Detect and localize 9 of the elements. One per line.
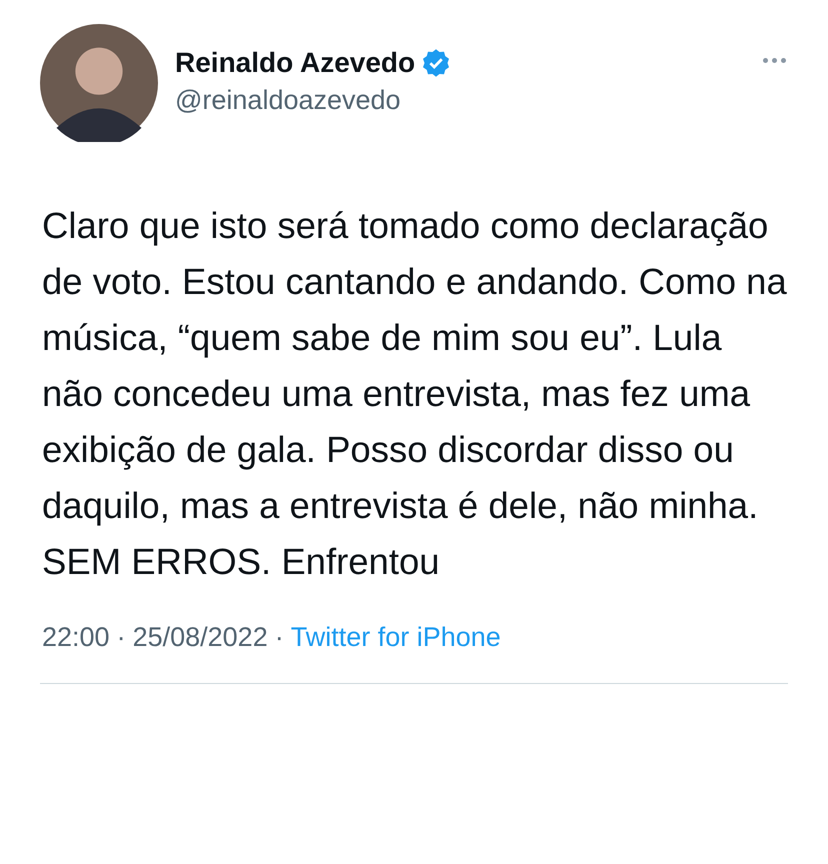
tweet-date: 25/08/2022 (132, 622, 268, 653)
author-name: Reinaldo Azevedo (175, 46, 416, 78)
author-handle: @reinaldoazevedo (175, 84, 402, 116)
tweet-text: Claro que isto será tomado como declaração de voto. Estou cantando e andando. Como na música, “quem sabe de mim sou eu”. Lula não concedeu uma entrevista, mas fez uma exibição de gala. Posso discordar disso ou daquilo, mas a entrevista é dele, não minha. SEM ERROS. Enfrentou (42, 204, 787, 584)
separator: · (116, 622, 126, 653)
avatar[interactable] (40, 24, 158, 142)
separator: · (274, 622, 284, 653)
tweet-time: 22:00 (42, 622, 110, 653)
source-link[interactable]: Twitter for iPhone (290, 622, 501, 653)
